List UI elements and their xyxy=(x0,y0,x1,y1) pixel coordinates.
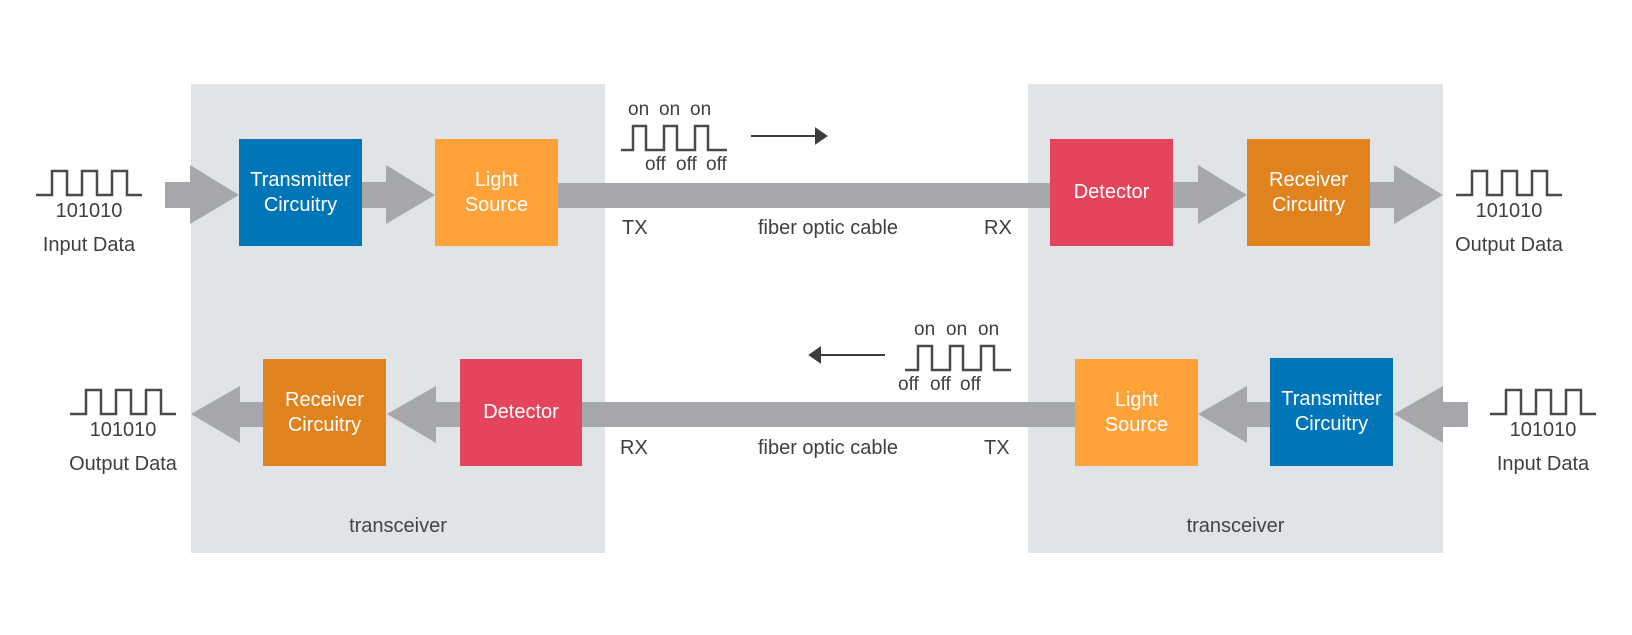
square-wave-icon xyxy=(70,388,176,416)
signal-on-label: on xyxy=(659,99,681,120)
square-wave-icon xyxy=(1456,169,1562,197)
block-label: Detector xyxy=(1073,181,1150,203)
block-label: Circuitry xyxy=(263,193,338,216)
flow-arrow xyxy=(191,386,263,443)
signal-off-label: off xyxy=(898,374,919,395)
transmitter-circuitry-block: Transmitter Circuitry xyxy=(239,139,362,246)
detector-block: Detector xyxy=(1050,139,1173,246)
signal-off-label: off xyxy=(960,374,981,395)
detector-block: Detector xyxy=(460,359,582,466)
block-label: Receiver xyxy=(1269,168,1348,191)
receiver-circuitry-block: Receiver Circuitry xyxy=(1247,139,1370,246)
square-wave-icon xyxy=(1490,388,1596,416)
transmitter-circuitry-block: Transmitter Circuitry xyxy=(1270,358,1393,466)
square-wave-icon xyxy=(621,124,727,152)
input-bits: 101010 xyxy=(1509,419,1577,441)
block-label: Source xyxy=(464,193,529,216)
cable-label: fiber optic cable xyxy=(757,217,899,239)
signal-off-label: off xyxy=(706,154,727,175)
block-label: Transmitter xyxy=(250,168,351,191)
input-data-label: Input Data xyxy=(1496,453,1590,475)
signal-on-label: on xyxy=(914,319,936,340)
block-label: Circuitry xyxy=(287,413,362,436)
flow-arrow xyxy=(1394,386,1468,443)
signal-off-label: off xyxy=(930,374,951,395)
rx-label: RX xyxy=(620,437,648,459)
block-label: Circuitry xyxy=(1271,193,1346,216)
output-data-label: Output Data xyxy=(69,453,177,475)
tx-label: TX xyxy=(984,437,1010,459)
block-label: Circuitry xyxy=(1294,413,1369,435)
output-bits: 101010 xyxy=(1475,200,1543,222)
signal-on-label: on xyxy=(628,99,650,120)
block-label: Light xyxy=(474,168,519,191)
receiver-circuitry-block: Receiver Circuitry xyxy=(263,359,386,466)
cable-label: fiber optic cable xyxy=(757,437,899,459)
light-source-block: Light Source xyxy=(435,139,558,246)
signal-on-label: on xyxy=(978,319,1000,340)
square-wave-icon xyxy=(36,169,142,197)
block-label: Receiver xyxy=(285,388,364,411)
flow-arrow xyxy=(1370,165,1443,224)
signal-on-label: on xyxy=(690,99,712,120)
input-data-label: Input Data xyxy=(42,234,136,256)
tx-label: TX xyxy=(622,217,648,239)
rx-label: RX xyxy=(984,217,1012,239)
block-label: Light xyxy=(1114,388,1159,411)
output-data-label: Output Data xyxy=(1455,234,1563,256)
input-bits: 101010 xyxy=(55,200,123,222)
signal-off-label: off xyxy=(645,154,666,175)
square-wave-icon xyxy=(905,344,1011,372)
block-label: Source xyxy=(1104,413,1169,436)
diagram-arrows xyxy=(36,124,1596,443)
flow-arrow xyxy=(387,386,460,443)
flow-arrow xyxy=(362,165,435,224)
block-label: Detector xyxy=(483,401,559,423)
block-label: Transmitter xyxy=(1281,388,1382,410)
flow-arrow xyxy=(1198,386,1270,443)
signal-on-label: on xyxy=(946,319,968,340)
output-bits: 101010 xyxy=(89,419,157,441)
flow-arrow xyxy=(165,165,239,224)
light-source-block: Light Source xyxy=(1075,359,1198,466)
flow-arrow xyxy=(1173,165,1247,224)
signal-off-label: off xyxy=(676,154,697,175)
